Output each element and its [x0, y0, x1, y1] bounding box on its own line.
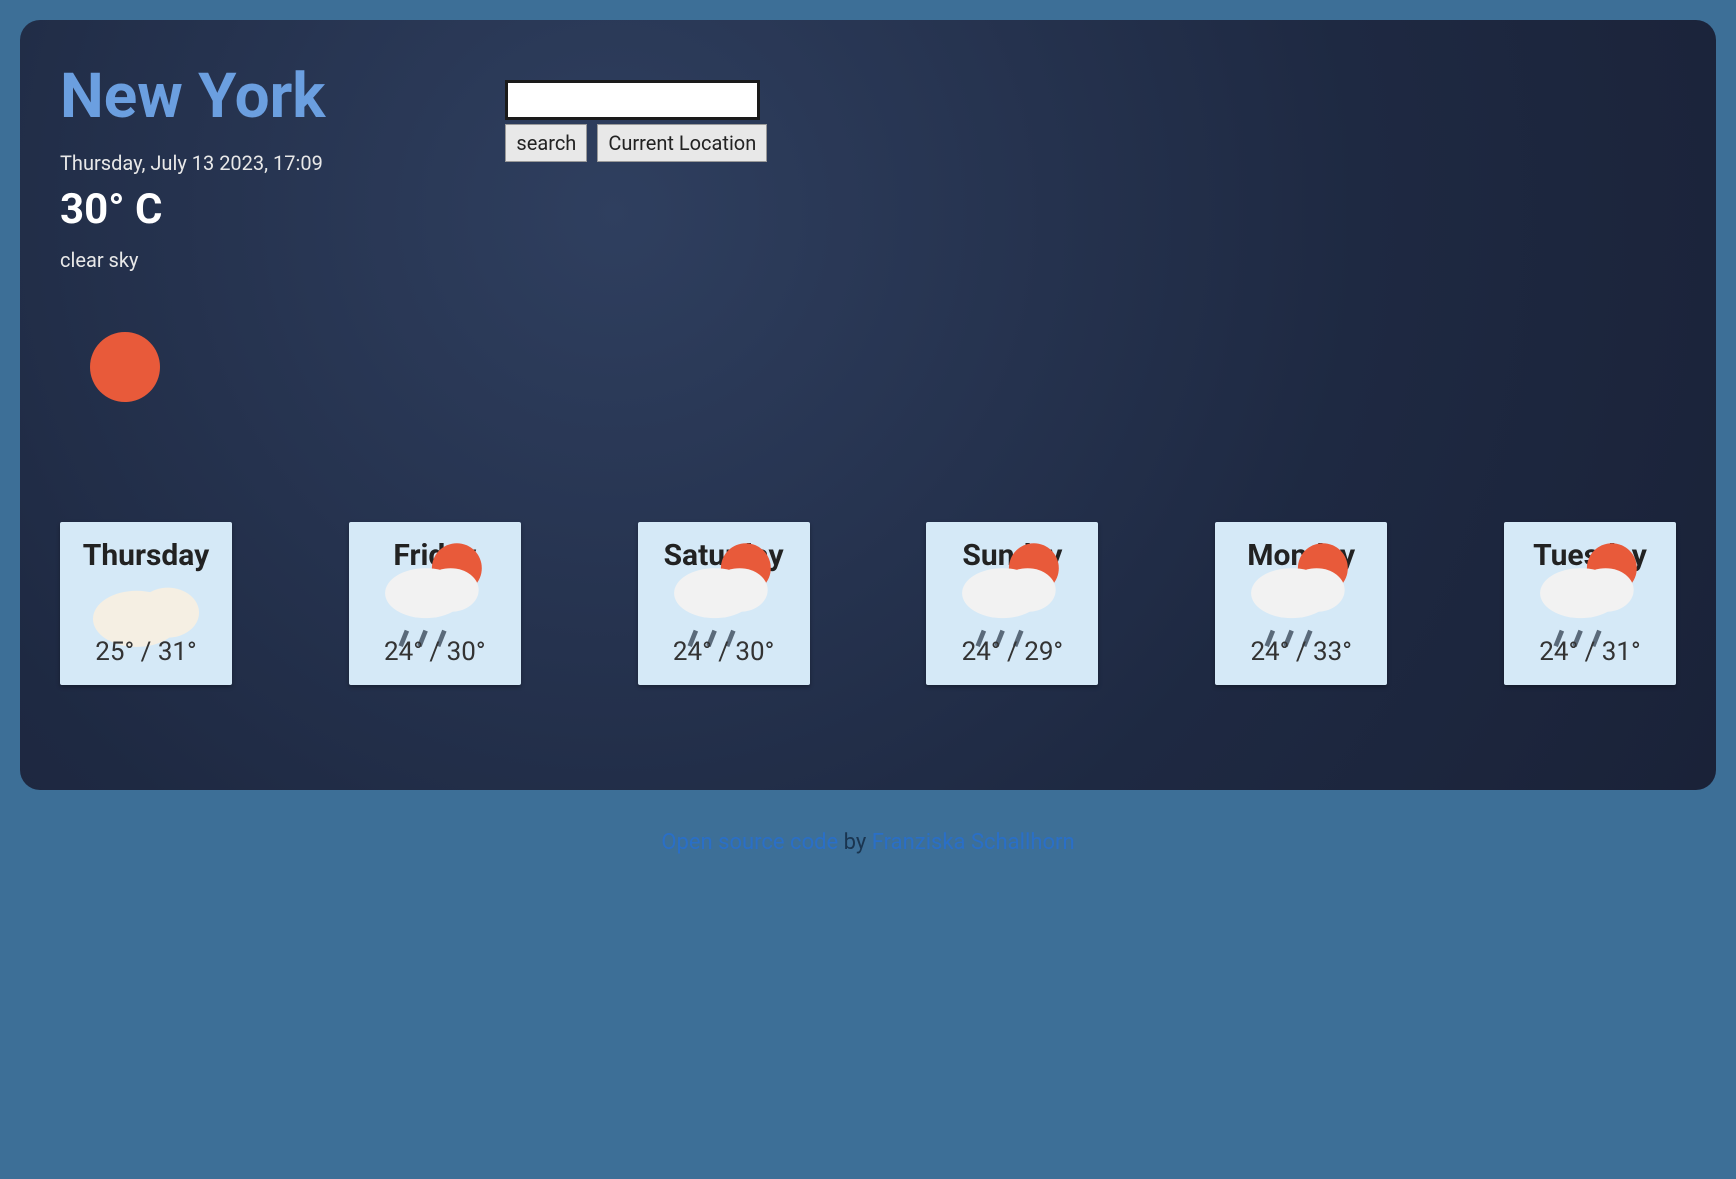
- current-temperature: 30° C: [60, 185, 325, 234]
- rain-icon: [1512, 583, 1668, 629]
- author-link[interactable]: Franziska Schallhorn: [872, 830, 1075, 855]
- footer-by: by: [838, 830, 872, 855]
- current-weather-icon: [90, 332, 325, 402]
- forecast-card: Saturday24° / 30°: [638, 522, 810, 685]
- forecast-card: Friday24° / 30°: [349, 522, 521, 685]
- rain-icon: [646, 583, 802, 629]
- search-input[interactable]: [505, 80, 760, 120]
- rain-icon: [934, 583, 1090, 629]
- search-section: search Current Location: [505, 60, 767, 402]
- top-row: New York Thursday, July 13 2023, 17:09 3…: [60, 60, 1676, 402]
- button-row: search Current Location: [505, 124, 767, 162]
- forecast-card: Sunday24° / 29°: [926, 522, 1098, 685]
- rain-icon: [357, 583, 513, 629]
- footer: Open source code by Franziska Schallhorn: [20, 790, 1716, 855]
- rain-icon: [1223, 583, 1379, 629]
- forecast-card: Thursday25° / 31°: [60, 522, 232, 685]
- search-button[interactable]: search: [505, 124, 587, 162]
- current-weather-section: New York Thursday, July 13 2023, 17:09 3…: [60, 60, 325, 402]
- city-name: New York: [60, 60, 325, 133]
- datetime: Thursday, July 13 2023, 17:09: [60, 151, 325, 175]
- cloudy-icon: [68, 583, 224, 629]
- forecast-card: Tuesday24° / 31°: [1504, 522, 1676, 685]
- weather-description: clear sky: [60, 248, 325, 272]
- open-source-link[interactable]: Open source code: [661, 830, 838, 855]
- forecast-card: Monday24° / 33°: [1215, 522, 1387, 685]
- forecast-row: Thursday25° / 31° Friday24° / 30° Saturday…: [60, 522, 1676, 685]
- sun-icon: [90, 332, 160, 402]
- weather-card: New York Thursday, July 13 2023, 17:09 3…: [20, 20, 1716, 790]
- current-location-button[interactable]: Current Location: [597, 124, 767, 162]
